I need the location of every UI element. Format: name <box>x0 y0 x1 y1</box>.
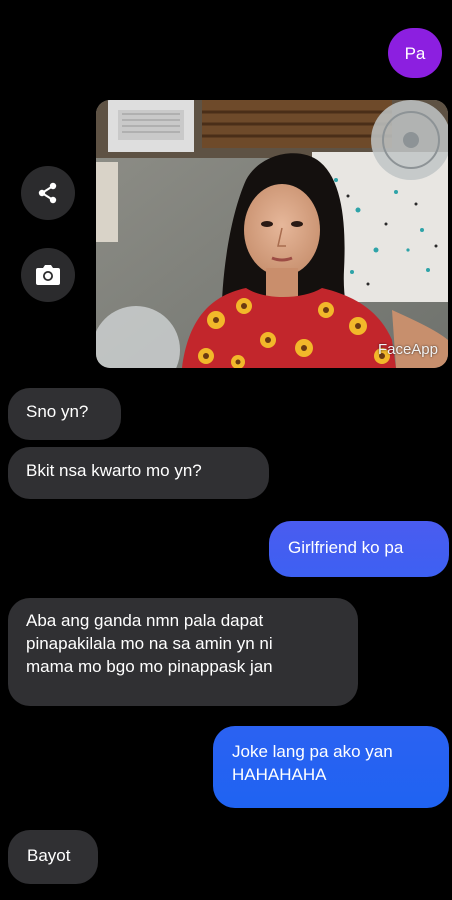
incoming-message-4[interactable]: Bayot <box>8 830 98 884</box>
camera-button[interactable] <box>21 248 75 302</box>
photo-message[interactable]: FaceApp <box>96 100 448 368</box>
outgoing-message-2[interactable]: Joke lang pa ako yan HAHAHAHA <box>213 726 449 808</box>
share-icon <box>38 182 57 204</box>
camera-icon <box>36 265 60 285</box>
outgoing-message-pa[interactable]: Pa <box>388 28 442 78</box>
photo-image <box>96 100 448 368</box>
faceapp-watermark: FaceApp <box>377 341 438 358</box>
incoming-message-3[interactable]: Aba ang ganda nmn pala dapat pinapakilal… <box>8 598 358 706</box>
share-button[interactable] <box>21 166 75 220</box>
incoming-message-2[interactable]: Bkit nsa kwarto mo yn? <box>8 447 269 499</box>
incoming-message-1[interactable]: Sno yn? <box>8 388 121 440</box>
outgoing-message-1[interactable]: Girlfriend ko pa <box>269 521 449 577</box>
